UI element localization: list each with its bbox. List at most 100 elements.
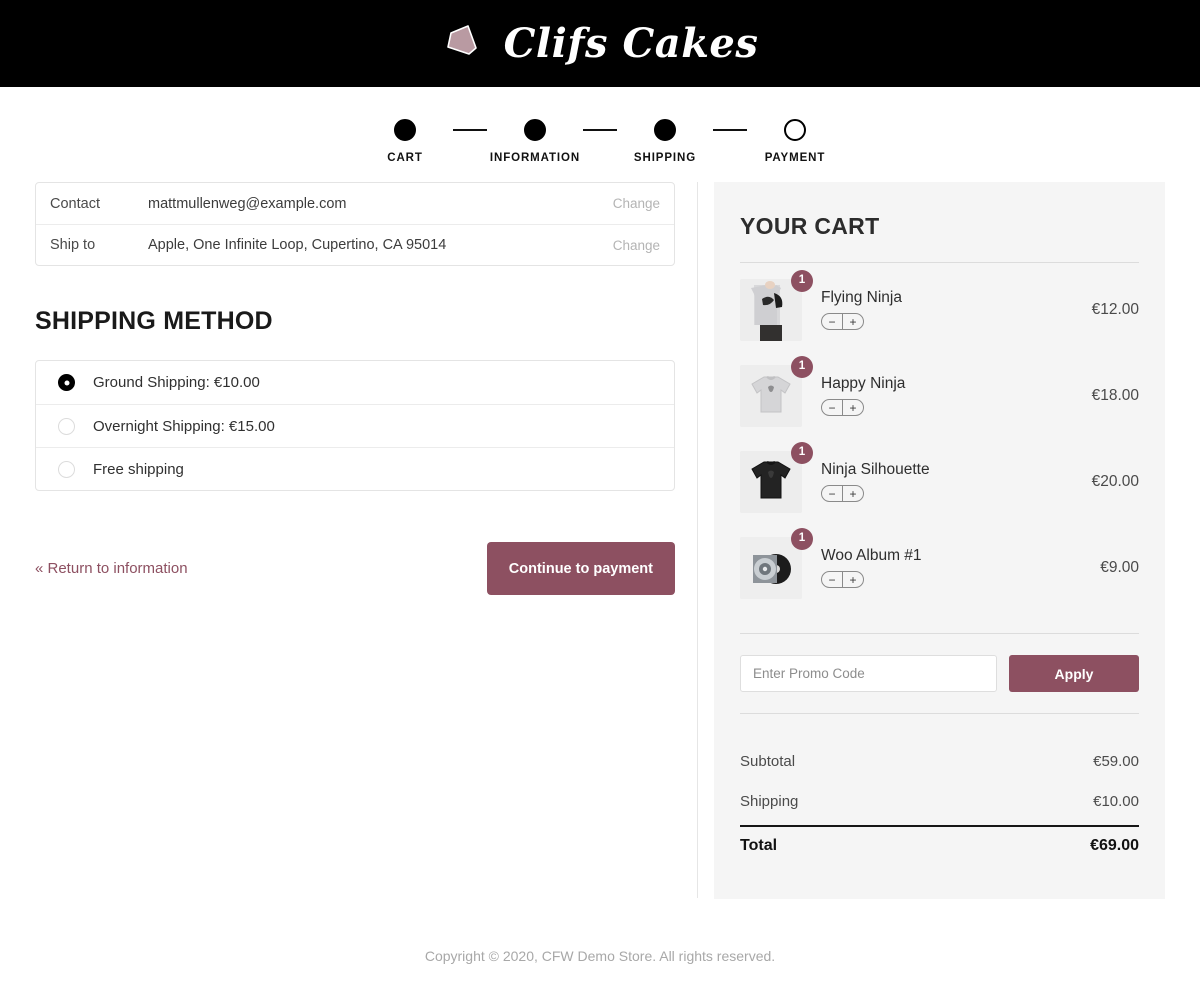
cart-item-name: Flying Ninja: [821, 289, 1092, 306]
shipping-option-free-label: Free shipping: [93, 461, 184, 478]
product-thumbnail-flying-ninja[interactable]: [740, 279, 802, 341]
contact-label: Contact: [50, 196, 148, 212]
site-header: Clifs Cakes: [0, 0, 1200, 87]
ship-to-change-link[interactable]: Change: [613, 238, 660, 253]
radio-overnight-icon[interactable]: [58, 418, 75, 435]
quantity-decrease-button[interactable]: −: [822, 486, 842, 501]
radio-free-icon[interactable]: [58, 461, 75, 478]
shipping-total-value: €10.00: [1093, 793, 1139, 810]
step-shipping-label: SHIPPING: [634, 152, 696, 164]
cart-item-details: Ninja Silhouette − +: [802, 461, 1092, 503]
subtotal-label: Subtotal: [740, 753, 795, 770]
cart-item-details: Flying Ninja − +: [802, 289, 1092, 331]
ship-to-label: Ship to: [50, 237, 148, 253]
promo-divider-bottom: [740, 713, 1139, 714]
cart-item-name: Woo Album #1: [821, 547, 1100, 564]
continue-to-payment-button[interactable]: Continue to payment: [487, 542, 675, 595]
ship-to-row: Ship to Apple, One Infinite Loop, Cupert…: [36, 224, 674, 265]
cart-sidebar: YOUR CART: [714, 182, 1165, 899]
order-summary-box: Contact mattmullenweg@example.com Change…: [35, 182, 675, 266]
step-shipping-dot: [654, 119, 676, 141]
quantity-increase-button[interactable]: +: [843, 400, 863, 415]
cart-item-name: Ninja Silhouette: [821, 461, 1092, 478]
order-totals: Subtotal €59.00 Shipping €10.00 Total €6…: [740, 741, 1139, 865]
column-divider: [697, 182, 698, 898]
cart-item-thumb-wrap: 1: [740, 451, 802, 513]
product-thumbnail-woo-album[interactable]: [740, 537, 802, 599]
grand-total-label: Total: [740, 837, 777, 855]
step-information-label: INFORMATION: [490, 152, 580, 164]
step-connector-2: [583, 129, 617, 131]
cart-item-price: €18.00: [1092, 387, 1139, 405]
product-thumbnail-happy-ninja[interactable]: [740, 365, 802, 427]
cart-item: 1 Ninja Silhouette − + €20.00: [740, 439, 1139, 525]
cart-title: YOUR CART: [740, 213, 1139, 240]
quantity-decrease-button[interactable]: −: [822, 572, 842, 587]
brand-name: Clifs Cakes: [504, 24, 759, 64]
quantity-stepper[interactable]: − +: [821, 313, 864, 330]
step-payment-label: PAYMENT: [765, 152, 826, 164]
step-payment-dot: [784, 119, 806, 141]
quantity-increase-button[interactable]: +: [843, 486, 863, 501]
contact-change-link[interactable]: Change: [613, 196, 660, 211]
form-actions: « Return to information Continue to paym…: [35, 542, 675, 595]
checkout-progress: CART INFORMATION SHIPPING PAYMENT: [0, 87, 1200, 182]
step-connector-1: [453, 129, 487, 131]
cart-item-qty-badge: 1: [791, 528, 813, 550]
cart-item-thumb-wrap: 1: [740, 537, 802, 599]
promo-code-form: Apply: [740, 655, 1139, 692]
contact-value: mattmullenweg@example.com: [148, 196, 613, 212]
step-cart-label: CART: [387, 152, 423, 164]
cart-item: 1 Flying Ninja − + €12.00: [740, 267, 1139, 353]
grand-total-row: Total €69.00: [740, 825, 1139, 865]
step-information-dot: [524, 119, 546, 141]
cart-item-thumb-wrap: 1: [740, 279, 802, 341]
shipping-option-free[interactable]: Free shipping: [36, 447, 674, 490]
cart-title-divider: [740, 262, 1139, 263]
cart-items-list: 1 Flying Ninja − + €12.00: [740, 267, 1139, 611]
cake-slice-icon: [442, 22, 486, 66]
shipping-method-options: Ground Shipping: €10.00 Overnight Shippi…: [35, 360, 675, 491]
promo-divider-top: [740, 633, 1139, 634]
quantity-decrease-button[interactable]: −: [822, 400, 842, 415]
shipping-option-ground-label: Ground Shipping: €10.00: [93, 374, 260, 391]
subtotal-value: €59.00: [1093, 753, 1139, 770]
grand-total-value: €69.00: [1090, 837, 1139, 855]
checkout-page: Clifs Cakes CART INFORMATION SHIPPING PA…: [0, 0, 1200, 998]
cart-item: 1 Woo Album #1 − + €9.00: [740, 525, 1139, 611]
quantity-stepper[interactable]: − +: [821, 399, 864, 416]
shipping-total-row: Shipping €10.00: [740, 781, 1139, 821]
step-connector-3: [713, 129, 747, 131]
shipping-option-ground[interactable]: Ground Shipping: €10.00: [36, 361, 674, 404]
cart-item-qty-badge: 1: [791, 270, 813, 292]
radio-ground-icon[interactable]: [58, 374, 75, 391]
shipping-method-title: SHIPPING METHOD: [35, 307, 675, 336]
cart-item-qty-badge: 1: [791, 442, 813, 464]
cart-item-price: €12.00: [1092, 301, 1139, 319]
apply-promo-button[interactable]: Apply: [1009, 655, 1139, 692]
promo-code-input[interactable]: [740, 655, 997, 692]
cart-item-thumb-wrap: 1: [740, 365, 802, 427]
shipping-total-label: Shipping: [740, 793, 798, 810]
quantity-increase-button[interactable]: +: [843, 314, 863, 329]
checkout-content: Contact mattmullenweg@example.com Change…: [0, 182, 1200, 899]
quantity-decrease-button[interactable]: −: [822, 314, 842, 329]
copyright-text: Copyright © 2020, CFW Demo Store. All ri…: [425, 948, 775, 964]
quantity-stepper[interactable]: − +: [821, 571, 864, 588]
quantity-increase-button[interactable]: +: [843, 572, 863, 587]
product-thumbnail-ninja-silhouette[interactable]: [740, 451, 802, 513]
cart-item-details: Woo Album #1 − +: [802, 547, 1100, 589]
return-to-information-link[interactable]: « Return to information: [35, 560, 188, 577]
contact-row: Contact mattmullenweg@example.com Change: [36, 183, 674, 224]
site-footer: Copyright © 2020, CFW Demo Store. All ri…: [0, 899, 1200, 964]
ship-to-value: Apple, One Infinite Loop, Cupertino, CA …: [148, 237, 613, 253]
cart-item-price: €9.00: [1100, 559, 1139, 577]
cart-item-name: Happy Ninja: [821, 375, 1092, 392]
checkout-form-column: Contact mattmullenweg@example.com Change…: [35, 182, 675, 595]
cart-item-qty-badge: 1: [791, 356, 813, 378]
subtotal-row: Subtotal €59.00: [740, 741, 1139, 781]
shipping-option-overnight[interactable]: Overnight Shipping: €15.00: [36, 404, 674, 447]
quantity-stepper[interactable]: − +: [821, 485, 864, 502]
cart-item-details: Happy Ninja − +: [802, 375, 1092, 417]
cart-item-price: €20.00: [1092, 473, 1139, 491]
